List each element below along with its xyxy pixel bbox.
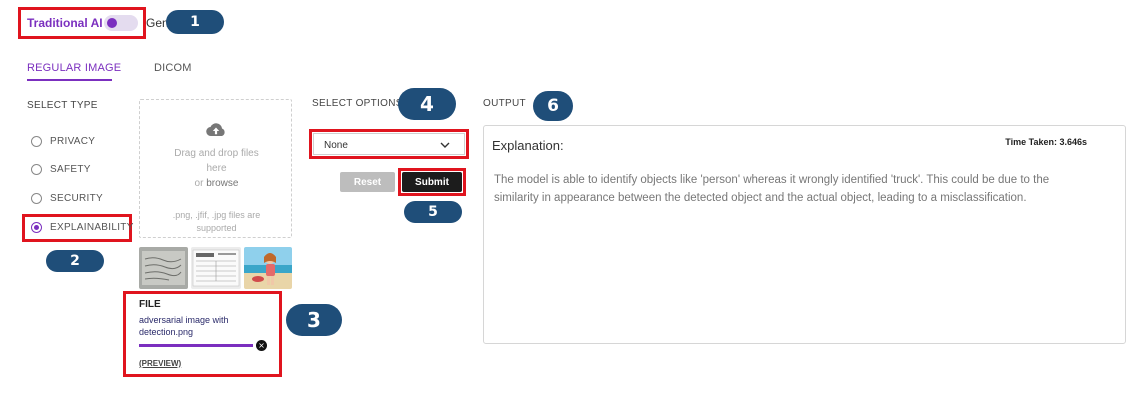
radio-security[interactable]: SECURITY — [31, 193, 103, 204]
radio-label: SECURITY — [50, 193, 103, 204]
or-browse-line: or browse — [140, 178, 293, 189]
callout-3: 3 — [286, 304, 342, 336]
file-name-line2: detection.png — [139, 327, 194, 337]
file-heading: FILE — [139, 299, 161, 310]
mode-toggle[interactable] — [104, 15, 138, 31]
callout-2: 2 — [46, 250, 104, 272]
callout-1: 1 — [166, 10, 224, 34]
remove-file-icon[interactable]: × — [256, 340, 267, 351]
tab-dicom[interactable]: DICOM — [154, 62, 192, 74]
handwritten-doc-image — [139, 247, 188, 289]
output-title: Explanation: — [492, 138, 564, 153]
callout-5: 5 — [404, 201, 462, 223]
options-dropdown[interactable]: None — [313, 133, 465, 155]
radio-circle — [31, 193, 42, 204]
submit-button[interactable]: Submit — [402, 172, 462, 192]
traditional-ai-label: Traditional AI — [27, 16, 103, 30]
tab-regular-image[interactable]: REGULAR IMAGE — [27, 62, 121, 74]
beach-photo-image — [244, 247, 292, 289]
chevron-down-icon — [440, 142, 450, 148]
radio-circle-checked — [31, 222, 42, 233]
radio-privacy[interactable]: PRIVACY — [31, 136, 95, 147]
select-type-heading: SELECT TYPE — [27, 100, 98, 111]
callout-4: 4 — [398, 88, 456, 120]
radio-circle — [31, 136, 42, 147]
thumbnail-handwritten-doc[interactable] — [139, 247, 188, 289]
tab-active-underline — [27, 79, 112, 81]
file-name: adversarial image with — [139, 315, 229, 325]
radio-label: SAFETY — [50, 164, 91, 175]
time-taken: Time Taken: 3.646s — [1005, 137, 1087, 147]
callout-6: 6 — [533, 91, 573, 121]
radio-label: EXPLAINABILITY — [50, 222, 134, 233]
toggle-knob — [107, 18, 117, 28]
radio-circle — [31, 164, 42, 175]
formats-text: .png, .jfif, .jpg files are — [172, 210, 261, 220]
reset-button[interactable]: Reset — [340, 172, 395, 192]
thumbnail-form-doc[interactable] — [191, 247, 241, 289]
radio-explainability[interactable]: EXPLAINABILITY — [31, 222, 134, 233]
drag-text-line2: here — [206, 163, 227, 174]
upload-progress-bar — [139, 344, 253, 347]
preview-link[interactable]: (PREVIEW) — [139, 359, 181, 368]
or-text: or — [194, 178, 204, 189]
formats-text-line2: supported — [196, 223, 237, 233]
thumbnail-beach-photo[interactable] — [244, 247, 292, 289]
radio-safety[interactable]: SAFETY — [31, 164, 91, 175]
cloud-upload-icon — [206, 123, 225, 137]
output-panel: Explanation: Time Taken: 3.646s The mode… — [483, 125, 1126, 344]
form-doc-image — [191, 247, 241, 289]
generative-ai-label: Generative AI — [146, 16, 168, 30]
browse-link[interactable]: browse — [206, 178, 238, 189]
dropdown-selected-value: None — [324, 140, 348, 151]
explanation-text: The model is able to identify objects li… — [494, 174, 1050, 204]
select-options-heading: SELECT OPTIONS — [312, 98, 403, 109]
output-heading: OUTPUT — [483, 98, 526, 109]
drag-text: Drag and drop files — [174, 148, 259, 159]
file-dropzone[interactable]: Drag and drop files here or browse .png,… — [139, 99, 292, 238]
radio-label: PRIVACY — [50, 136, 96, 147]
